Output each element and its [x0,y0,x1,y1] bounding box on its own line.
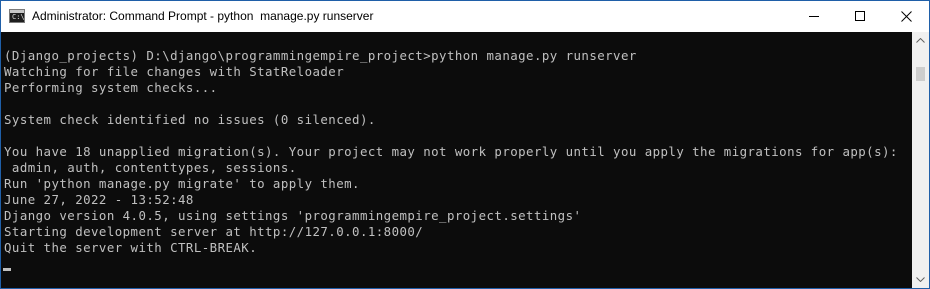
console-line: Run 'python manage.py migrate' to apply … [4,176,360,191]
cmd-prompt-icon[interactable]: C:\ [9,9,25,23]
console-line: Django version 4.0.5, using settings 'pr… [4,208,582,223]
scroll-up-button[interactable] [912,32,929,49]
title-bar[interactable]: C:\ Administrator: Command Prompt - pyth… [1,1,929,32]
minimize-icon [809,16,819,17]
console-line: You have 18 unapplied migration(s). Your… [4,144,898,159]
close-icon [901,11,912,22]
console-line: June 27, 2022 - 13:52:48 [4,192,194,207]
console-line: admin, auth, contenttypes, sessions. [4,160,297,175]
scroll-track[interactable] [912,49,929,271]
scroll-thumb[interactable] [916,67,925,81]
console-line: System check identified no issues (0 sil… [4,112,376,127]
text-cursor [3,268,11,271]
console-line: Watching for file changes with StatReloa… [4,64,345,79]
console-line: Quit the server with CTRL-BREAK. [4,240,258,255]
console-output[interactable]: (Django_projects) D:\django\programminge… [1,32,912,288]
vertical-scrollbar[interactable] [912,32,929,288]
maximize-button[interactable] [837,1,883,32]
console-line: Starting development server at http://12… [4,224,424,239]
chevron-up-icon [916,38,925,43]
minimize-button[interactable] [791,1,837,32]
maximize-icon [855,11,865,21]
window-title: Administrator: Command Prompt - python m… [32,9,374,23]
close-button[interactable] [883,1,929,32]
chevron-down-icon [916,277,925,282]
command-prompt-window: C:\ Administrator: Command Prompt - pyth… [0,0,930,289]
console-line: (Django_projects) D:\django\programminge… [4,48,637,63]
scroll-down-button[interactable] [912,271,929,288]
console-line: Performing system checks... [4,80,218,95]
cmd-prompt-glyph: C:\ [12,13,25,21]
